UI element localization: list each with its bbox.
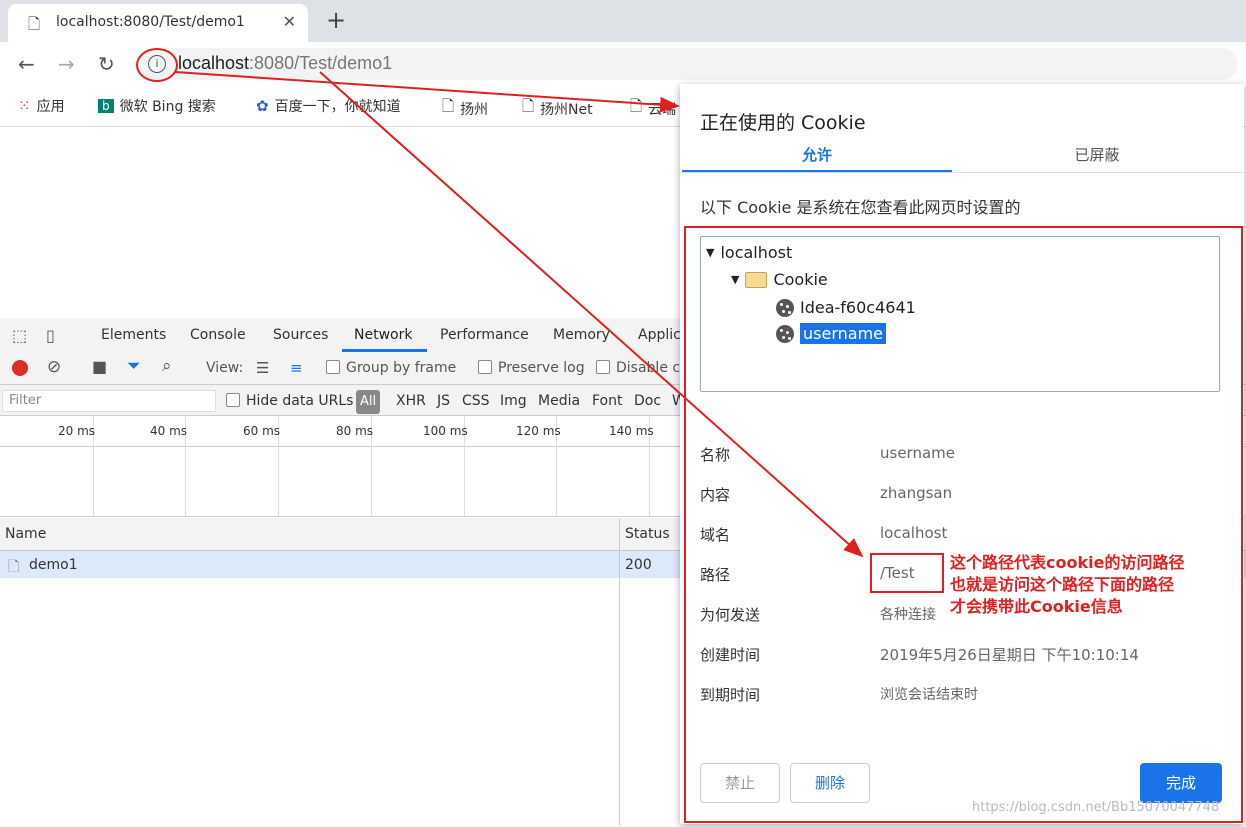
tab-title: localhost:8080/Test/demo1 [56,14,245,30]
timeline-tick: 100 ms [423,424,468,438]
checkbox-icon [326,360,340,374]
dialog-title: 正在使用的 Cookie [700,112,866,134]
browser-tab[interactable]: 🗋 localhost:8080/Test/demo1 ✕ [8,4,308,42]
filter-icon[interactable]: ⏷ [127,356,141,376]
bookmark-yunrui[interactable]: 🗋 云瑞 [630,96,676,121]
preserve-log-checkbox[interactable]: Preserve log [478,360,585,376]
hide-data-urls-label: Hide data URLs [246,393,354,409]
bookmark-label: 应用 [36,99,65,115]
reload-icon[interactable]: ↻ [98,52,115,76]
view-label: View: [206,360,244,376]
bookmark-apps[interactable]: ⁙ 应用 [18,96,65,116]
request-status: 200 [625,557,652,573]
new-tab-button[interactable]: + [326,6,346,34]
path-highlight-box [870,553,944,593]
tab-blocked[interactable]: 已屏蔽 [962,144,1232,165]
disable-cache-label: Disable ca [616,360,689,376]
bookmark-label: 百度一下，你就知道 [274,99,401,115]
filter-type-all[interactable]: All [356,390,380,414]
filter-type-media[interactable]: Media [538,393,580,409]
group-by-frame-label: Group by frame [346,360,457,376]
page-icon: 🗋 [442,97,455,115]
tab-divider [680,172,1244,173]
record-icon[interactable] [12,360,28,376]
column-divider[interactable] [619,518,620,826]
bing-icon: b [98,99,114,113]
timeline-tick: 140 ms [609,424,654,438]
url-text[interactable]: localhost:8080/Test/demo1 [178,53,392,74]
checkbox-icon [596,360,610,374]
annotation-box [684,226,1243,823]
tab-memory[interactable]: Memory [553,327,610,343]
page-icon: 🗋 [630,97,643,115]
filter-type-xhr[interactable]: XHR [396,393,426,409]
dialog-description: 以下 Cookie 是系统在您查看此网页时设置的 [700,198,1021,217]
baidu-icon: ✿ [256,97,269,115]
bookmark-label: 云瑞 [648,101,677,118]
bookmark-bing[interactable]: b 微软 Bing 搜索 [98,96,216,116]
bookmark-label: 扬州Net [540,101,593,118]
watermark: https://blog.csdn.net/Bb15070047748 [972,800,1220,815]
page-icon: 🗋 [28,15,41,33]
tab-sources[interactable]: Sources [273,327,328,343]
filter-type-css[interactable]: CSS [462,393,490,409]
tab-elements[interactable]: Elements [101,327,166,343]
bookmark-yangzhou-net[interactable]: 🗋 扬州Net [522,96,593,121]
tab-performance[interactable]: Performance [440,327,529,343]
timeline-tick: 80 ms [336,424,374,438]
filter-type-font[interactable]: Font [592,393,622,409]
bookmark-label: 微软 Bing 搜索 [119,99,216,115]
apps-icon: ⁙ [18,97,31,115]
hide-data-urls-checkbox[interactable]: Hide data URLs [226,393,353,409]
annotation-note: 这个路径代表cookie的访问路径 也就是访问这个路径下面的路径 才会携带此Co… [950,553,1185,616]
tab-network[interactable]: Network [354,327,412,343]
forward-icon[interactable]: → [58,52,75,76]
list-view-icon[interactable]: ☰ [256,359,269,377]
filter-input[interactable]: Filter [2,390,216,412]
bookmark-baidu[interactable]: ✿ 百度一下，你就知道 [256,96,401,116]
url-host: localhost [178,53,250,73]
timeline-tick: 60 ms [243,424,281,438]
back-icon[interactable]: ← [18,52,35,76]
timeline-tick: 20 ms [58,424,96,438]
timeline-tick: 120 ms [516,424,561,438]
url-path: :8080/Test/demo1 [249,53,393,73]
column-status[interactable]: Status [625,526,670,542]
request-name: demo1 [29,557,78,573]
group-by-frame-checkbox[interactable]: Group by frame [326,360,456,376]
tab-allowed[interactable]: 允许 [682,144,952,165]
clear-icon[interactable]: ⊘ [47,357,61,377]
checkbox-icon [478,360,492,374]
preserve-log-label: Preserve log [498,360,585,376]
disable-cache-checkbox[interactable]: Disable ca [596,360,689,376]
bookmark-label: 扬州 [460,101,489,118]
tab-application[interactable]: Applic [638,327,681,343]
close-icon[interactable]: ✕ [283,12,296,31]
camera-icon[interactable]: ■ [92,357,107,376]
inspect-icon[interactable]: ⬚ [12,326,27,345]
filter-type-doc[interactable]: Doc [634,393,661,409]
document-icon: 🗋 [8,559,20,575]
active-tab-underline [682,170,952,172]
search-icon[interactable]: ⌕ [162,356,172,376]
tab-console[interactable]: Console [190,327,246,343]
waterfall-view-icon[interactable]: ≡ [290,359,303,377]
url-highlight-circle [136,48,178,82]
filter-type-img[interactable]: Img [500,393,527,409]
device-toolbar-icon[interactable]: ▯ [46,326,55,345]
timeline-tick: 40 ms [150,424,188,438]
column-name[interactable]: Name [5,526,46,542]
page-icon: 🗋 [522,97,535,115]
bookmark-yangzhou[interactable]: 🗋 扬州 [442,96,488,121]
checkbox-icon [226,393,240,407]
filter-type-js[interactable]: JS [437,393,450,409]
